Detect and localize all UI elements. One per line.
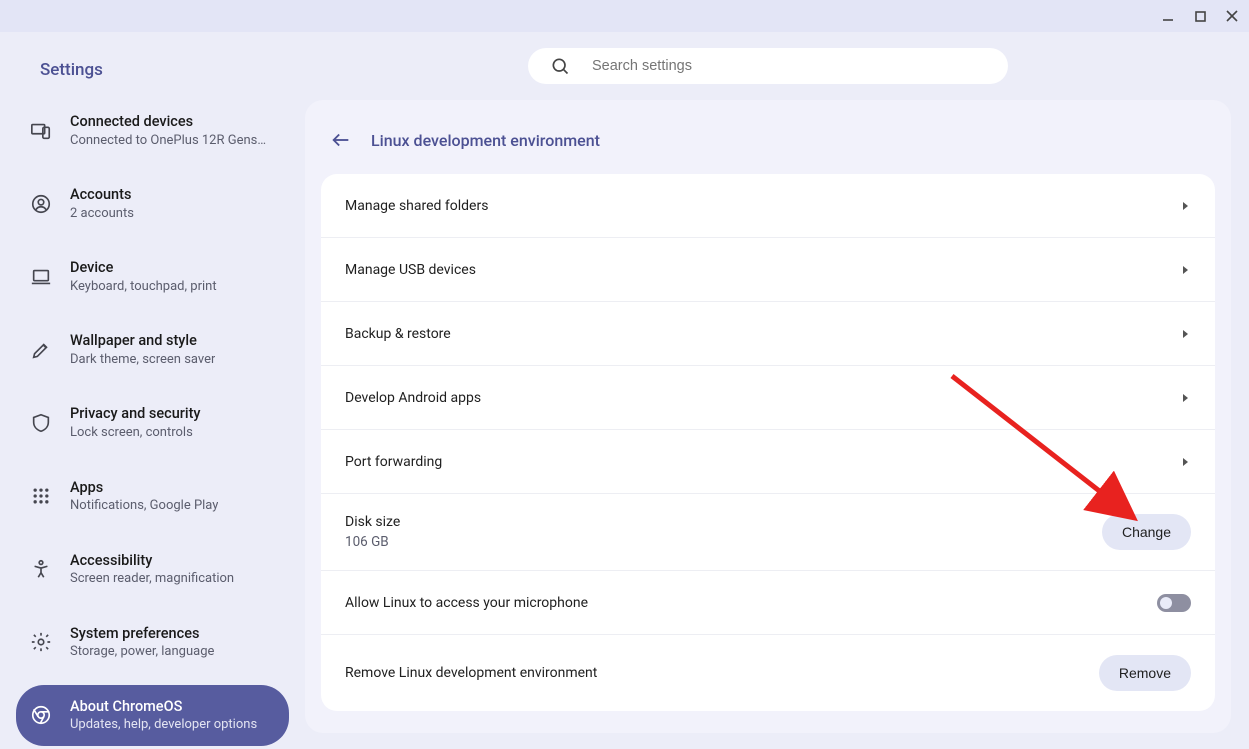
row-label: Manage USB devices	[345, 262, 476, 278]
row-remove-linux: Remove Linux development environment Rem…	[321, 635, 1215, 711]
settings-subpage: Linux development environment Manage sha…	[305, 100, 1231, 733]
page-title: Linux development environment	[371, 131, 600, 150]
disk-size-value: 106 GB	[345, 534, 400, 550]
chevron-right-icon	[1181, 388, 1191, 407]
window-titlebar	[0, 0, 1249, 32]
sidebar-item-label: Accounts	[70, 185, 134, 205]
sidebar-item-sublabel: Storage, power, language	[70, 643, 214, 661]
row-backup-restore[interactable]: Backup & restore	[321, 302, 1215, 366]
row-port-forwarding[interactable]: Port forwarding	[321, 430, 1215, 494]
sidebar-item-sublabel: Lock screen, controls	[70, 424, 201, 442]
chevron-right-icon	[1181, 452, 1191, 471]
sidebar-item-sublabel: Updates, help, developer options	[70, 716, 257, 734]
sidebar-item-sublabel: 2 accounts	[70, 205, 134, 223]
sidebar-item-sublabel: Keyboard, touchpad, print	[70, 278, 217, 296]
sidebar-item-label: System preferences	[70, 624, 214, 644]
account-icon	[30, 193, 52, 215]
change-disk-size-button[interactable]: Change	[1102, 514, 1191, 550]
row-label: Backup & restore	[345, 326, 451, 342]
chevron-right-icon	[1181, 260, 1191, 279]
sidebar-item-label: Connected devices	[70, 112, 266, 132]
minimize-button[interactable]	[1159, 7, 1177, 25]
maximize-button[interactable]	[1191, 7, 1209, 25]
sidebar-item-accessibility[interactable]: Accessibility Screen reader, magnificati…	[16, 539, 289, 600]
sidebar-item-sublabel: Notifications, Google Play	[70, 497, 218, 515]
microphone-toggle[interactable]	[1157, 594, 1191, 612]
row-develop-android-apps[interactable]: Develop Android apps	[321, 366, 1215, 430]
row-disk-size: Disk size 106 GB Change	[321, 494, 1215, 571]
row-manage-usb-devices[interactable]: Manage USB devices	[321, 238, 1215, 302]
sidebar-item-connected-devices[interactable]: Connected devices Connected to OnePlus 1…	[16, 100, 289, 161]
chevron-right-icon	[1181, 324, 1191, 343]
sidebar-item-label: Apps	[70, 478, 218, 498]
sidebar-item-label: About ChromeOS	[70, 697, 257, 717]
chevron-right-icon	[1181, 196, 1191, 215]
laptop-icon	[30, 266, 52, 288]
sidebar-item-sublabel: Dark theme, screen saver	[70, 351, 215, 369]
shield-icon	[30, 412, 52, 434]
search-icon	[550, 56, 570, 76]
sidebar-item-label: Accessibility	[70, 551, 234, 571]
search-input[interactable]	[592, 58, 986, 74]
sidebar-item-apps[interactable]: Apps Notifications, Google Play	[16, 466, 289, 527]
sidebar-item-label: Device	[70, 258, 217, 278]
sidebar-item-label: Privacy and security	[70, 404, 201, 424]
close-button[interactable]	[1223, 7, 1241, 25]
row-label: Disk size	[345, 514, 400, 530]
app-title: Settings	[16, 44, 289, 100]
back-button[interactable]	[329, 128, 353, 152]
sidebar-item-sublabel: Screen reader, magnification	[70, 570, 234, 588]
row-label: Port forwarding	[345, 454, 442, 470]
sidebar-item-privacy[interactable]: Privacy and security Lock screen, contro…	[16, 392, 289, 453]
remove-linux-button[interactable]: Remove	[1099, 655, 1191, 691]
sidebar-item-about-chromeos[interactable]: About ChromeOS Updates, help, developer …	[16, 685, 289, 746]
sidebar-item-accounts[interactable]: Accounts 2 accounts	[16, 173, 289, 234]
devices-icon	[30, 120, 52, 142]
sidebar-item-sublabel: Connected to OnePlus 12R Gens…	[70, 132, 266, 150]
row-label: Manage shared folders	[345, 198, 488, 214]
brush-icon	[30, 339, 52, 361]
row-allow-microphone: Allow Linux to access your microphone	[321, 571, 1215, 635]
chrome-icon	[30, 704, 52, 726]
gear-icon	[30, 631, 52, 653]
row-label: Allow Linux to access your microphone	[345, 595, 588, 611]
accessibility-icon	[30, 558, 52, 580]
row-label: Develop Android apps	[345, 390, 481, 406]
sidebar-item-device[interactable]: Device Keyboard, touchpad, print	[16, 246, 289, 307]
apps-grid-icon	[30, 485, 52, 507]
sidebar-item-label: Wallpaper and style	[70, 331, 215, 351]
row-manage-shared-folders[interactable]: Manage shared folders	[321, 174, 1215, 238]
sidebar-item-wallpaper[interactable]: Wallpaper and style Dark theme, screen s…	[16, 319, 289, 380]
sidebar: Settings Connected devices Connected to …	[0, 32, 305, 749]
sidebar-item-system-preferences[interactable]: System preferences Storage, power, langu…	[16, 612, 289, 673]
row-label: Remove Linux development environment	[345, 665, 597, 681]
settings-card: Manage shared folders Manage USB devices…	[321, 174, 1215, 711]
search-bar[interactable]	[528, 48, 1008, 84]
